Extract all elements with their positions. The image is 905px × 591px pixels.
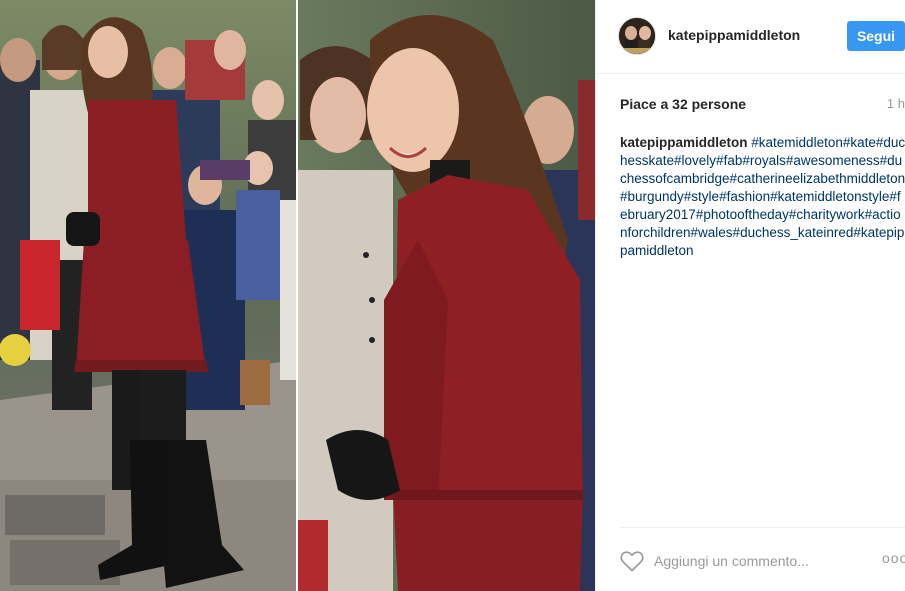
photo-close-up	[298, 0, 595, 591]
caption-hashtags[interactable]: #katemiddleton#kate#duchesskate#lovely#f…	[620, 135, 905, 258]
caption-username[interactable]: katepippamiddleton	[620, 135, 748, 150]
post-sidebar: katepippamiddleton Segui Piace a 32 pers…	[595, 0, 905, 591]
post-header: katepippamiddleton Segui	[596, 0, 905, 74]
instagram-post: katepippamiddleton Segui Piace a 32 pers…	[0, 0, 905, 591]
post-photo[interactable]	[0, 0, 595, 591]
heart-icon[interactable]	[620, 550, 644, 572]
more-options-icon[interactable]: ooo	[882, 550, 905, 570]
avatar[interactable]	[618, 17, 656, 55]
comment-input[interactable]	[654, 548, 864, 574]
avatar-image	[619, 18, 655, 54]
post-time[interactable]: 1 h	[887, 96, 905, 111]
post-caption: katepippamiddleton #katemiddleton#kate#d…	[620, 134, 905, 260]
post-username[interactable]: katepippamiddleton	[668, 27, 800, 43]
comment-bar: ooo	[620, 527, 905, 591]
follow-button[interactable]: Segui	[847, 21, 905, 51]
photo-full-length	[0, 0, 296, 591]
likes-count[interactable]: Piace a 32 persone	[620, 96, 746, 112]
